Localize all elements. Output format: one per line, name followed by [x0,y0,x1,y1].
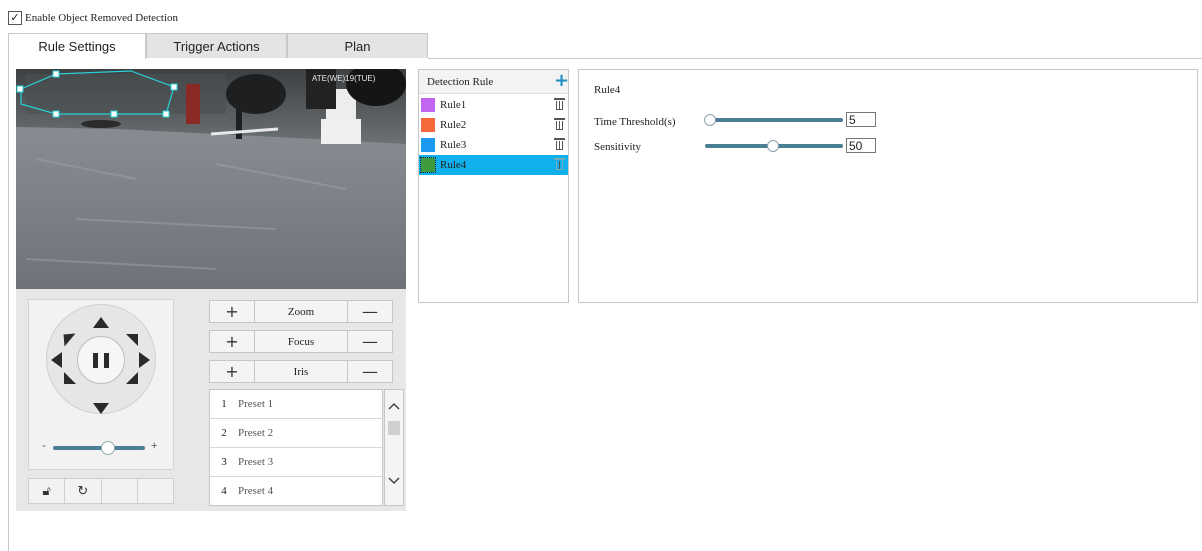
zoom-control: + Zoom — [209,300,393,323]
rule-label: Rule3 [440,139,467,151]
iris-label: Iris [254,361,348,382]
tab-rule-settings[interactable]: Rule Settings [8,33,146,59]
iris-open-button[interactable]: + [210,361,254,382]
enable-detection-label: Enable Object Removed Detection [25,12,179,24]
preset-item[interactable]: 4 Preset 4 [210,477,382,505]
speed-minus-label: - [42,440,46,452]
preset-scroll-thumb[interactable] [388,421,400,435]
focus-label: Focus [254,331,348,352]
pause-icon [93,353,109,368]
3d-positioning-icon[interactable]: ↻ [65,479,102,503]
enable-detection-checkbox[interactable]: ✓ [8,11,22,25]
ptz-blank-button[interactable] [138,479,173,503]
arrow-down-left-icon[interactable] [64,372,76,384]
scroll-down-icon[interactable] [388,477,400,485]
rule-color-swatch [421,138,435,152]
rule-item-rule3[interactable]: Rule3 [419,135,568,155]
delete-icon[interactable] [554,138,565,150]
arrow-up-left-icon[interactable] [63,333,76,347]
delete-icon[interactable] [554,118,565,130]
time-threshold-knob[interactable] [704,114,716,126]
arrow-up-right-icon[interactable] [126,334,138,346]
delete-icon[interactable] [554,158,565,170]
detection-rule-title: Detection Rule [427,76,494,88]
scroll-up-icon[interactable] [388,402,400,410]
ptz-speed-slider[interactable] [53,446,145,450]
sensitivity-label: Sensitivity [594,141,642,153]
live-video-preview[interactable]: ATE(WE)19(TUE) [16,69,406,289]
zoom-in-button[interactable]: + [210,301,254,322]
focus-control: + Focus — [209,330,393,353]
preset-item[interactable]: 2 Preset 2 [210,419,382,448]
sensitivity-knob[interactable] [767,140,779,152]
iris-control: + Iris — [209,360,393,383]
sensitivity-input[interactable]: 50 [846,138,876,153]
tab-plan[interactable]: Plan [287,33,428,58]
focus-near-button[interactable]: + [210,331,254,352]
ptz-speed-knob[interactable] [101,441,115,455]
focus-far-button[interactable]: — [348,331,392,352]
rule-label: Rule4 [440,159,467,171]
time-threshold-slider[interactable] [709,118,843,122]
zoom-label: Zoom [254,301,348,322]
preset-list: 1 Preset 1 2 Preset 2 3 Preset 3 4 Preset 4 [209,389,383,506]
iris-close-button[interactable]: — [348,361,392,382]
add-rule-icon[interactable]: + [554,72,569,90]
rule-color-swatch [420,157,436,173]
preset-item[interactable]: 3 Preset 3 [210,448,382,477]
time-threshold-input[interactable]: 5 [846,112,876,127]
rule-item-rule1[interactable]: Rule1 [419,95,568,115]
video-osd-text: ATE(WE)19(TUE) [312,74,376,83]
lock-icon[interactable]: 🔓︎ [29,479,66,503]
rule-color-swatch [421,98,435,112]
rule-item-rule2[interactable]: Rule2 [419,115,568,135]
zoom-out-button[interactable]: — [348,301,392,322]
rule-item-rule4[interactable]: Rule4 [419,155,568,175]
arrow-down-right-icon[interactable] [126,372,138,384]
tab-trigger-actions[interactable]: Trigger Actions [146,33,287,58]
time-threshold-label: Time Threshold(s) [594,116,676,128]
delete-icon[interactable] [554,98,565,110]
ptz-blank-button[interactable] [102,479,138,503]
ptz-button-bar: 🔓︎ ↻ [28,478,174,504]
rule-color-swatch [421,118,435,132]
rule-label: Rule2 [440,119,467,131]
rule-detail-panel [578,69,1198,303]
enable-detection-row[interactable]: ✓ Enable Object Removed Detection [8,10,178,26]
rule-label: Rule1 [440,99,467,111]
speed-plus-label: + [151,440,158,452]
rule-detail-title: Rule4 [594,84,621,96]
preset-item[interactable]: 1 Preset 1 [210,390,382,419]
